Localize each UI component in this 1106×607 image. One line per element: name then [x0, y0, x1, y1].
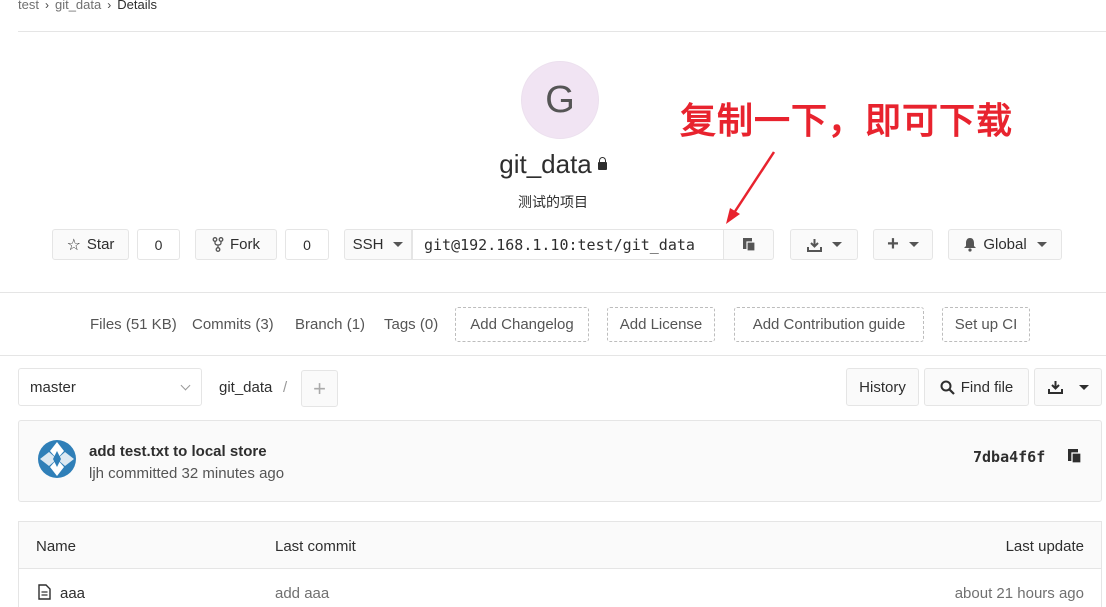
annotation-text: 复制一下，即可下载: [680, 100, 1014, 141]
caret-down-icon: [1078, 384, 1089, 390]
protocol-label: SSH: [352, 236, 384, 253]
column-header-last-update: Last update: [1005, 538, 1084, 555]
divider: [18, 31, 1106, 32]
fork-count[interactable]: 0: [285, 229, 329, 260]
breadcrumb-current[interactable]: Details: [117, 0, 157, 12]
setup-ci-button[interactable]: Set up CI: [942, 307, 1030, 342]
caret-down-icon: [393, 242, 404, 247]
star-count[interactable]: 0: [137, 229, 180, 260]
fork-icon: [212, 237, 224, 252]
repo-path-root[interactable]: git_data: [219, 379, 272, 396]
commit-sha[interactable]: 7dba4f6f: [973, 448, 1045, 466]
files-link[interactable]: Files (51 KB): [90, 316, 177, 333]
clipboard-icon[interactable]: [1067, 448, 1083, 465]
download-icon: [1047, 381, 1063, 394]
project-avatar: G: [521, 61, 599, 139]
project-name: git_data: [499, 149, 592, 179]
plus-icon: +: [313, 375, 326, 401]
protocol-dropdown[interactable]: SSH: [344, 229, 412, 260]
column-header-name: Name: [36, 538, 77, 555]
download-archive-dropdown[interactable]: [1034, 368, 1102, 406]
add-file-button[interactable]: +: [301, 370, 338, 407]
notification-label: Global: [983, 236, 1027, 253]
caret-down-icon: [908, 242, 919, 247]
commit-title-link[interactable]: add test.txt to local store: [89, 443, 267, 460]
path-separator: /: [283, 379, 288, 396]
copy-url-button[interactable]: [723, 229, 774, 260]
download-icon: [806, 238, 822, 252]
star-button[interactable]: ☆ Star: [52, 229, 129, 260]
column-header-last-commit: Last commit: [275, 538, 356, 555]
file-last-update: about 21 hours ago: [954, 585, 1084, 602]
bell-icon: [964, 238, 977, 252]
add-contribution-guide-button[interactable]: Add Contribution guide: [734, 307, 924, 342]
annotation-arrow-icon: [726, 151, 776, 224]
divider: [0, 355, 1106, 356]
notification-dropdown[interactable]: Global: [948, 229, 1062, 260]
lock-icon: [597, 157, 607, 170]
caret-down-icon: [1036, 242, 1047, 247]
clone-url-input[interactable]: [412, 229, 724, 260]
branch-dropdown[interactable]: master: [18, 368, 202, 406]
fork-label: Fork: [230, 236, 260, 253]
breadcrumb-item-git-data[interactable]: git_data: [55, 0, 101, 12]
add-dropdown[interactable]: +: [873, 229, 933, 260]
chevron-down-icon: [180, 380, 191, 391]
commits-link[interactable]: Commits (3): [192, 316, 274, 333]
history-button[interactable]: History: [846, 368, 919, 406]
star-label: Star: [86, 236, 115, 253]
last-commit-panel: [18, 420, 1102, 502]
file-last-commit-link[interactable]: add aaa: [275, 585, 329, 602]
find-file-label: Find file: [960, 378, 1014, 396]
tags-link[interactable]: Tags (0): [384, 316, 438, 333]
plus-icon: +: [887, 233, 899, 255]
branch-label: master: [30, 378, 76, 396]
project-description: 测试的项目: [518, 194, 588, 210]
project-title: git_data: [0, 149, 1106, 180]
commit-meta: ljh committed 32 minutes ago: [89, 465, 285, 482]
find-file-button[interactable]: Find file: [924, 368, 1029, 406]
file-icon: [38, 584, 51, 600]
download-dropdown[interactable]: [790, 229, 858, 260]
file-name-link[interactable]: aaa: [60, 585, 85, 602]
divider: [0, 292, 1106, 293]
chevron-right-icon: ›: [107, 0, 112, 12]
star-icon: ☆: [66, 236, 81, 254]
breadcrumb-item-test[interactable]: test: [18, 0, 39, 12]
file-table-header: [18, 521, 1102, 569]
fork-button[interactable]: Fork: [195, 229, 277, 260]
caret-down-icon: [831, 242, 842, 247]
breadcrumb: test › git_data › Details: [18, 0, 157, 12]
search-icon: [940, 380, 955, 395]
branch-link[interactable]: Branch (1): [295, 316, 365, 333]
clipboard-icon: [742, 238, 756, 252]
chevron-right-icon: ›: [44, 0, 49, 12]
add-license-button[interactable]: Add License: [607, 307, 715, 342]
identicon-avatar: [38, 440, 76, 478]
add-changelog-button[interactable]: Add Changelog: [455, 307, 589, 342]
